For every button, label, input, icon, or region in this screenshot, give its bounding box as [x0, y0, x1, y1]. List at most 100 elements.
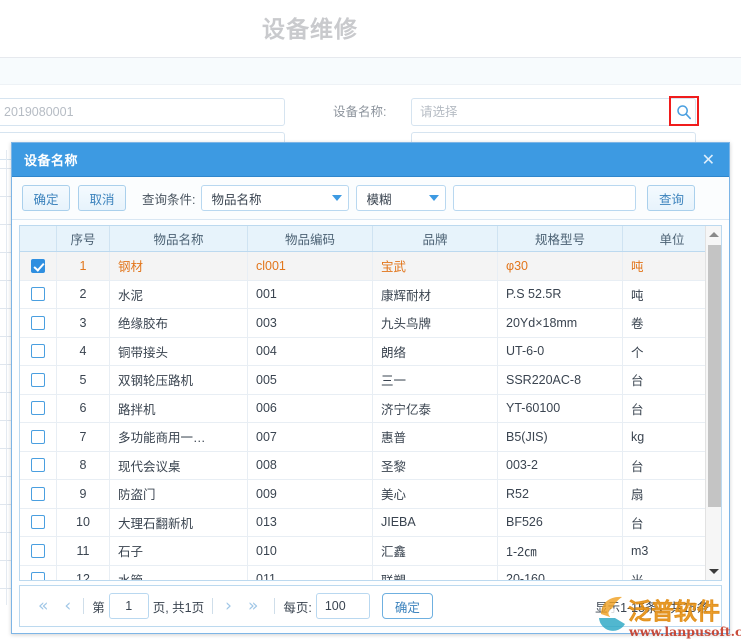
cell-spec: P.S 52.5R [498, 281, 623, 309]
cancel-button[interactable]: 取消 [78, 185, 126, 211]
table-row[interactable]: 8现代会议桌008圣黎003-2台 [20, 452, 721, 481]
toolbar-band [0, 58, 741, 84]
cell-spec: φ30 [498, 252, 623, 280]
table-header-row: 序号 物品名称 物品编码 品牌 规格型号 单位 [20, 226, 721, 252]
cell-name: 防盗门 [110, 480, 248, 508]
checkbox-icon[interactable] [31, 458, 45, 472]
table-row[interactable]: 1钢材cl001宝武φ30吨 [20, 252, 721, 281]
pager-divider [212, 598, 213, 614]
cell-brand: 九头鸟牌 [373, 309, 498, 337]
row-checkbox-cell[interactable] [20, 452, 57, 480]
column-header-code[interactable]: 物品编码 [248, 226, 373, 251]
column-header-index[interactable]: 序号 [57, 226, 110, 251]
table-row[interactable]: 10大理石翻新机013JIEBABF526台 [20, 509, 721, 538]
checkbox-icon[interactable] [31, 401, 45, 415]
table-row[interactable]: 6路拌机006济宁亿泰YT-60100台 [20, 395, 721, 424]
table-row[interactable]: 9防盗门009美心R52扇 [20, 480, 721, 509]
page-title: 设备维修 [0, 10, 620, 44]
cell-brand: 济宁亿泰 [373, 395, 498, 423]
column-header-name[interactable]: 物品名称 [110, 226, 248, 251]
row-checkbox-cell[interactable] [20, 281, 57, 309]
record-summary: 显示1-15条，共15条 [595, 597, 711, 616]
row-checkbox-cell[interactable] [20, 309, 57, 337]
checkbox-icon[interactable] [31, 373, 45, 387]
scrollbar-thumb[interactable] [708, 245, 721, 507]
table-row[interactable]: 3绝缘胶布003九头鸟牌20Yd×18mm卷 [20, 309, 721, 338]
match-select-value: 模糊 [366, 189, 419, 208]
cell-index: 5 [57, 366, 110, 394]
cell-brand: 联塑 [373, 566, 498, 581]
background-code-input[interactable]: 2019080001 [0, 98, 285, 126]
checkbox-icon[interactable] [31, 572, 45, 580]
row-checkbox-cell[interactable] [20, 480, 57, 508]
row-checkbox-cell[interactable] [20, 338, 57, 366]
next-page-button[interactable]: › [217, 598, 240, 615]
table-row[interactable]: 11石子010汇鑫1-2㎝m3 [20, 537, 721, 566]
row-checkbox-cell[interactable] [20, 252, 57, 280]
table-row[interactable]: 4铜带接头004朗络UT-6-0个 [20, 338, 721, 367]
cell-code: 006 [248, 395, 373, 423]
cell-brand: 朗络 [373, 338, 498, 366]
dialog-title: 设备名称 [24, 150, 698, 169]
cell-code: cl001 [248, 252, 373, 280]
row-checkbox-cell[interactable] [20, 423, 57, 451]
dialog-toolbar: 确定 取消 查询条件: 物品名称 模糊 查询 [12, 177, 729, 220]
field-select[interactable]: 物品名称 [201, 185, 349, 211]
first-page-button[interactable]: « [30, 598, 56, 615]
confirm-button[interactable]: 确定 [22, 185, 70, 211]
match-select[interactable]: 模糊 [356, 185, 446, 211]
checkbox-icon[interactable] [31, 316, 45, 330]
field-select-value: 物品名称 [211, 189, 322, 208]
column-header-check [20, 226, 57, 251]
checkbox-icon[interactable] [31, 287, 45, 301]
table-row[interactable]: 2水泥001康辉耐材P.S 52.5R吨 [20, 281, 721, 310]
dialog-titlebar: 设备名称 ✕ [12, 143, 729, 177]
checkbox-checked-icon[interactable] [31, 259, 45, 273]
checkbox-icon[interactable] [31, 515, 45, 529]
per-page-label: 每页: [279, 597, 315, 616]
last-page-button[interactable]: » [240, 598, 266, 615]
checkbox-icon[interactable] [31, 544, 45, 558]
column-header-brand[interactable]: 品牌 [373, 226, 498, 251]
cell-name: 路拌机 [110, 395, 248, 423]
checkbox-icon[interactable] [31, 344, 45, 358]
page-prefix-label: 第 [88, 597, 109, 616]
toolbar-band-border [0, 84, 741, 85]
column-header-spec[interactable]: 规格型号 [498, 226, 623, 251]
table-body: 1钢材cl001宝武φ30吨2水泥001康辉耐材P.S 52.5R吨3绝缘胶布0… [20, 252, 721, 580]
table-row[interactable]: 5双钢轮压路机005三一SSR220AC-8台 [20, 366, 721, 395]
prev-page-button[interactable]: ‹ [56, 598, 79, 615]
row-checkbox-cell[interactable] [20, 509, 57, 537]
row-checkbox-cell[interactable] [20, 395, 57, 423]
pager-divider [274, 598, 275, 614]
keyword-input[interactable] [453, 185, 636, 211]
page-suffix-label: 页, 共1页 [149, 597, 208, 616]
screen-root: 设备维修 2019080001 设备名称: 请选择 [0, 0, 741, 644]
cell-index: 11 [57, 537, 110, 565]
checkbox-icon[interactable] [31, 430, 45, 444]
table-row[interactable]: 7多功能商用一…007惠普B5(JIS)kg [20, 423, 721, 452]
query-condition-label: 查询条件: [142, 189, 195, 208]
device-name-input[interactable]: 请选择 [411, 98, 696, 126]
cell-index: 9 [57, 480, 110, 508]
row-checkbox-cell[interactable] [20, 566, 57, 581]
cell-name: 铜带接头 [110, 338, 248, 366]
pager-confirm-button[interactable]: 确定 [382, 593, 433, 619]
page-number-input[interactable] [109, 593, 149, 619]
close-icon[interactable]: ✕ [698, 150, 719, 170]
table-scrollbar[interactable] [705, 226, 721, 580]
scroll-down-icon[interactable] [706, 563, 722, 580]
checkbox-icon[interactable] [31, 487, 45, 501]
row-checkbox-cell[interactable] [20, 366, 57, 394]
per-page-input[interactable] [316, 593, 370, 619]
scroll-up-icon[interactable] [706, 226, 722, 243]
cell-code: 001 [248, 281, 373, 309]
query-button[interactable]: 查询 [647, 185, 695, 211]
cell-spec: 20-160 [498, 566, 623, 581]
background-grid-line [6, 150, 7, 605]
cell-brand: 圣黎 [373, 452, 498, 480]
row-checkbox-cell[interactable] [20, 537, 57, 565]
cell-spec: 003-2 [498, 452, 623, 480]
cell-index: 1 [57, 252, 110, 280]
table-row[interactable]: 12水管011联塑20-160米 [20, 566, 721, 581]
